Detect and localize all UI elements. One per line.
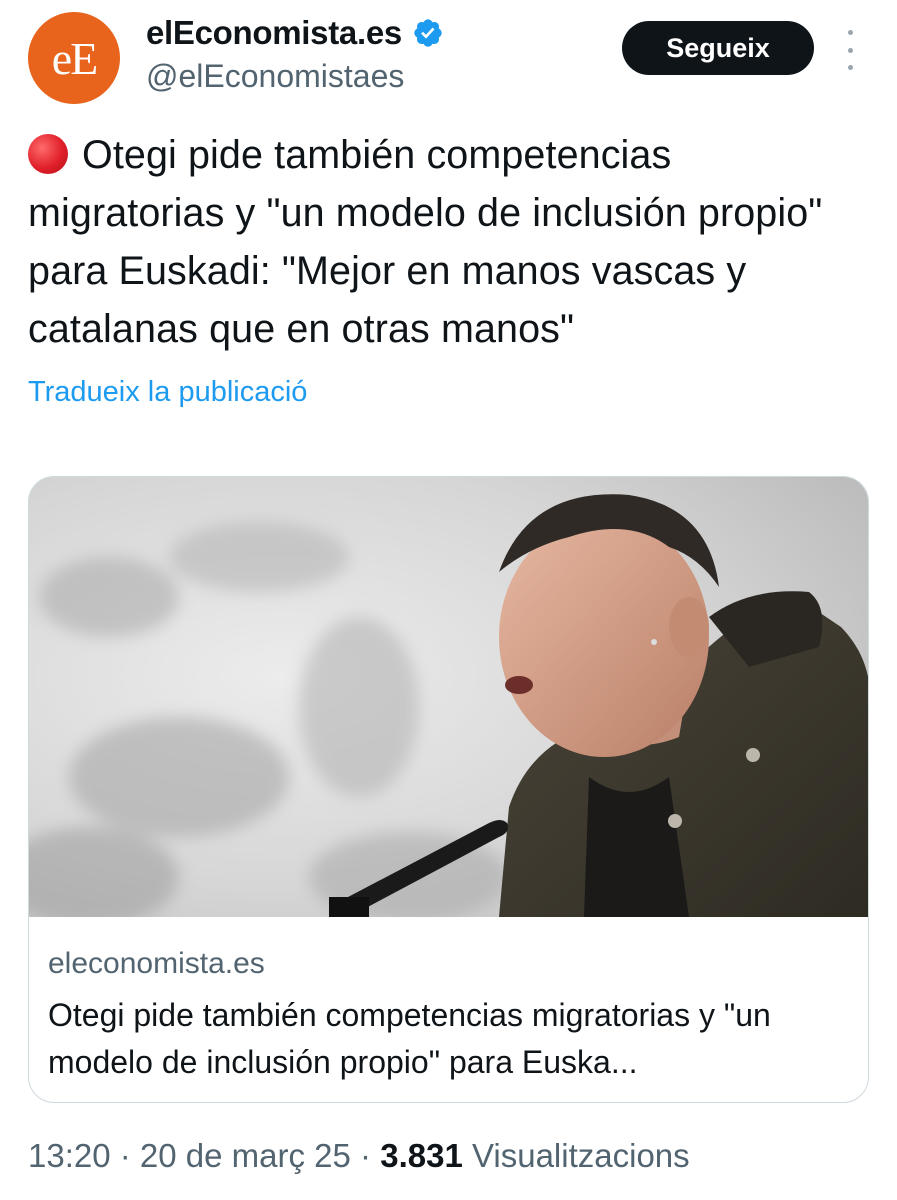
red-circle-icon [28, 134, 68, 174]
meta-separator: · [350, 1137, 381, 1174]
meta-separator: · [110, 1137, 140, 1174]
verified-badge-icon[interactable] [412, 17, 444, 49]
author-name-row: elEconomista.es [146, 14, 444, 52]
tweet-header: eE elEconomista.es @elEconomistaes Segue… [0, 0, 897, 110]
follow-button[interactable]: Segueix [622, 21, 814, 75]
card-domain: eleconomista.es [48, 947, 265, 980]
avatar-logo-text: eE [51, 32, 98, 84]
link-preview-card[interactable]: eleconomista.es Otegi pide también compe… [28, 476, 869, 1103]
author-handle[interactable]: @elEconomistaes [146, 58, 404, 95]
avatar[interactable]: eE [28, 12, 120, 104]
tweet-meta: 13:20 · 20 de març 25 · 3.831 Visualitza… [28, 1137, 690, 1175]
more-vertical-icon[interactable] [838, 30, 862, 70]
display-name[interactable]: elEconomista.es [146, 14, 402, 52]
card-title: Otegi pide también competencias migrator… [48, 997, 771, 1080]
tweet-text: Otegi pide también competencias migrator… [28, 126, 868, 358]
views-count: 3.831 [380, 1137, 463, 1174]
tweet-time[interactable]: 13:20 [28, 1137, 111, 1174]
translate-link[interactable]: Tradueix la publicació [28, 376, 307, 409]
views-label: Visualitzacions [471, 1137, 690, 1174]
speaker-photo-image [29, 477, 868, 917]
card-image[interactable] [29, 477, 868, 917]
tweet-date[interactable]: 20 de març 25 [140, 1137, 351, 1174]
tweet-text-body: Otegi pide también competencias migrator… [28, 133, 823, 351]
